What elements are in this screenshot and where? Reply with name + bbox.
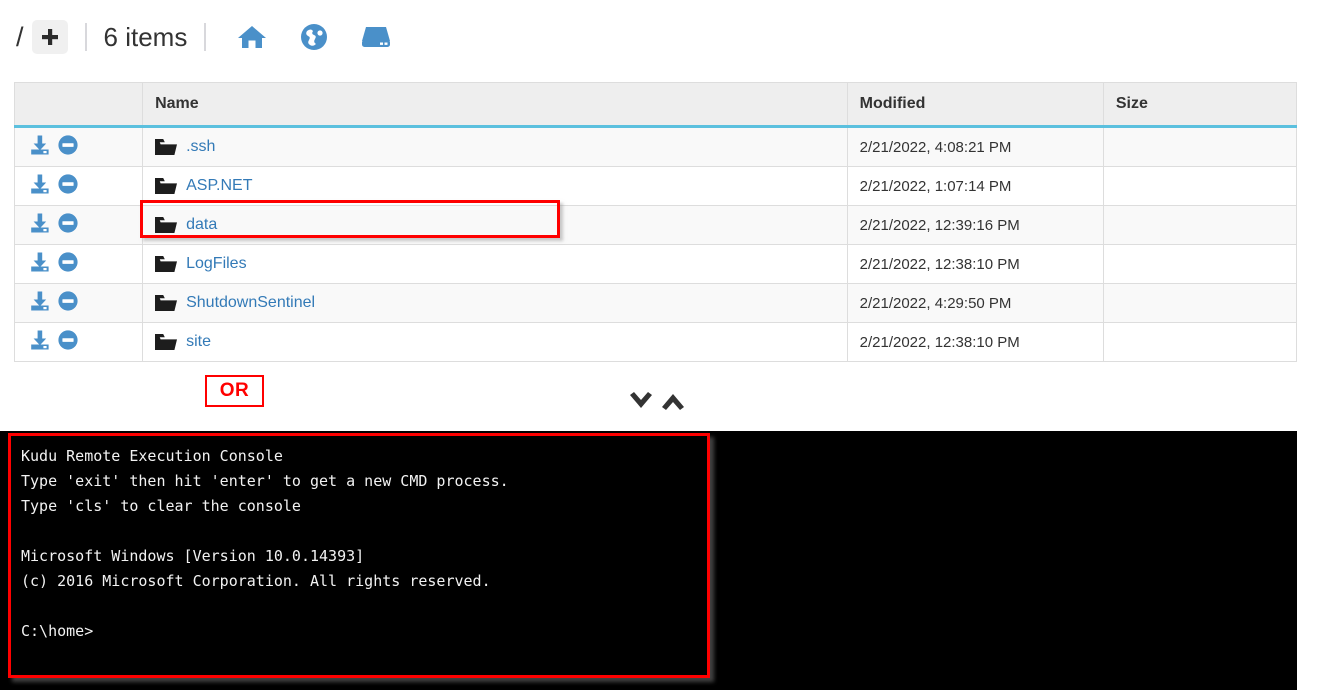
console-line: Microsoft Windows [Version 10.0.14393] xyxy=(21,547,365,565)
row-modified-cell: 2/21/2022, 1:07:14 PM xyxy=(846,166,1104,206)
home-icon[interactable] xyxy=(231,17,273,57)
row-size-cell xyxy=(1102,166,1298,206)
plus-icon xyxy=(41,29,58,45)
table-row[interactable]: data 2/21/2022, 12:39:16 PM xyxy=(13,205,1298,245)
column-header-modified[interactable]: Modified xyxy=(846,82,1104,128)
download-icon[interactable] xyxy=(29,329,51,355)
folder-icon xyxy=(155,294,178,312)
folder-icon xyxy=(155,177,178,195)
row-name-cell: ASP.NET xyxy=(142,166,848,206)
table-row[interactable]: ShutdownSentinel 2/21/2022, 4:29:50 PM xyxy=(13,283,1298,323)
row-name-cell: site xyxy=(142,322,848,362)
delete-icon[interactable] xyxy=(57,329,79,355)
table-row[interactable]: LogFiles 2/21/2022, 12:38:10 PM xyxy=(13,244,1298,284)
download-icon[interactable] xyxy=(29,290,51,316)
folder-icon xyxy=(155,216,178,234)
file-name-link[interactable]: .ssh xyxy=(186,138,215,156)
table-row[interactable]: ASP.NET 2/21/2022, 1:07:14 PM xyxy=(13,166,1298,206)
folder-icon xyxy=(155,255,178,273)
row-actions-cell xyxy=(13,283,144,323)
column-header-actions xyxy=(13,82,144,128)
row-actions-cell xyxy=(13,126,144,167)
file-name-link[interactable]: ASP.NET xyxy=(186,177,252,195)
row-size-cell xyxy=(1102,205,1298,245)
folder-icon xyxy=(155,138,178,156)
file-name-link[interactable]: ShutdownSentinel xyxy=(186,294,315,312)
row-name-cell: data xyxy=(142,205,848,245)
file-name-link[interactable]: site xyxy=(186,333,211,351)
row-modified-cell: 2/21/2022, 4:08:21 PM xyxy=(846,126,1104,167)
add-button[interactable] xyxy=(31,20,68,54)
chevron-up-icon[interactable] xyxy=(660,392,686,415)
file-name-link[interactable]: LogFiles xyxy=(186,255,246,273)
console-line: Type 'cls' to clear the console xyxy=(21,497,301,515)
file-name-link[interactable]: data xyxy=(186,216,217,234)
kudu-file-manager-page: / 6 items Name Modified Size .ssh 2/21/2… xyxy=(0,0,1319,690)
table-row[interactable]: .ssh 2/21/2022, 4:08:21 PM xyxy=(13,126,1298,167)
row-actions-cell xyxy=(13,322,144,362)
table-row[interactable]: site 2/21/2022, 12:38:10 PM xyxy=(13,322,1298,362)
console-output: Kudu Remote Execution Console Type 'exit'… xyxy=(11,436,707,644)
console-toggle-group xyxy=(628,392,686,415)
delete-icon[interactable] xyxy=(57,251,79,277)
toolbar-divider-1 xyxy=(84,23,87,51)
row-size-cell xyxy=(1102,283,1298,323)
row-actions-cell xyxy=(13,166,144,206)
folder-icon xyxy=(155,333,178,351)
toolbar-divider-2 xyxy=(204,23,207,51)
console-line: (c) 2016 Microsoft Corporation. All righ… xyxy=(21,572,491,590)
breadcrumb-root[interactable]: / xyxy=(14,23,32,51)
chevron-down-icon[interactable] xyxy=(628,392,654,415)
table-header-row: Name Modified Size xyxy=(13,82,1298,128)
download-icon[interactable] xyxy=(29,251,51,277)
delete-icon[interactable] xyxy=(57,290,79,316)
download-icon[interactable] xyxy=(29,173,51,199)
row-name-cell: LogFiles xyxy=(142,244,848,284)
console-line: C:\home> xyxy=(21,622,94,640)
server-drive-icon[interactable] xyxy=(355,17,397,57)
globe-icon[interactable] xyxy=(293,17,335,57)
row-modified-cell: 2/21/2022, 12:38:10 PM xyxy=(846,244,1104,284)
row-size-cell xyxy=(1102,322,1298,362)
column-header-name[interactable]: Name xyxy=(142,82,848,128)
row-actions-cell xyxy=(13,205,144,245)
console-line: Type 'exit' then hit 'enter' to get a ne… xyxy=(21,472,509,490)
row-modified-cell: 2/21/2022, 12:38:10 PM xyxy=(846,322,1104,362)
row-name-cell: .ssh xyxy=(142,126,848,167)
delete-icon[interactable] xyxy=(57,134,79,160)
row-actions-cell xyxy=(13,244,144,284)
delete-icon[interactable] xyxy=(57,212,79,238)
toolbar: / 6 items xyxy=(14,12,417,62)
or-badge: OR xyxy=(205,375,264,407)
row-modified-cell: 2/21/2022, 12:39:16 PM xyxy=(846,205,1104,245)
column-header-size[interactable]: Size xyxy=(1102,82,1298,128)
kudu-console[interactable]: Kudu Remote Execution Console Type 'exit'… xyxy=(8,433,710,678)
file-table: Name Modified Size .ssh 2/21/2022, 4:08:2… xyxy=(13,82,1298,362)
delete-icon[interactable] xyxy=(57,173,79,199)
row-modified-cell: 2/21/2022, 4:29:50 PM xyxy=(846,283,1104,323)
row-name-cell: ShutdownSentinel xyxy=(142,283,848,323)
download-icon[interactable] xyxy=(29,212,51,238)
download-icon[interactable] xyxy=(29,134,51,160)
row-size-cell xyxy=(1102,126,1298,167)
row-size-cell xyxy=(1102,244,1298,284)
item-count-label: 6 items xyxy=(103,22,188,52)
console-line: Kudu Remote Execution Console xyxy=(21,447,283,465)
